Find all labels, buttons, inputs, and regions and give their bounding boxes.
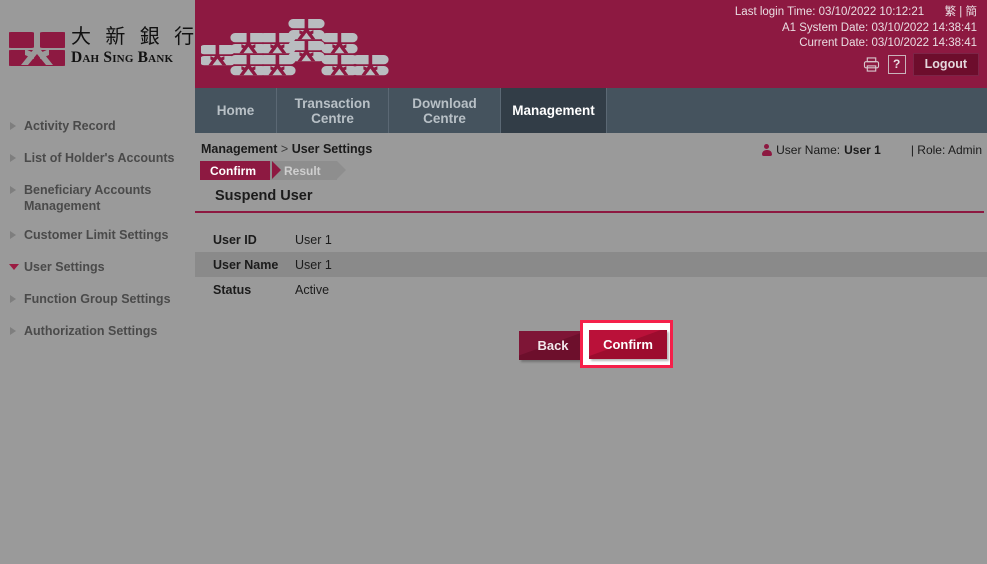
chevron-right-icon xyxy=(10,154,16,162)
tab-transaction-centre[interactable]: Transaction Centre xyxy=(277,88,389,133)
row-value: User 1 xyxy=(295,257,332,272)
sidebar-item-label: Authorization Settings xyxy=(24,324,158,338)
lang-divider: | xyxy=(959,6,963,18)
sidebar-menu: Activity Record List of Holder's Account… xyxy=(0,118,195,355)
sidebar-item-label: User Settings xyxy=(24,260,105,274)
sidebar-item-label: Customer Limit Settings xyxy=(24,228,169,242)
row-value: Active xyxy=(295,282,330,297)
brand-name-cn: 大 新 銀 行 xyxy=(71,24,199,48)
user-details-table: User ID User 1 User Name User 1 Status A… xyxy=(195,227,987,302)
user-info: User Name: User 1 | Role: Admin xyxy=(761,143,982,157)
page-body: Suspend User User ID User 1 User Name Us… xyxy=(195,188,987,370)
person-icon xyxy=(761,144,772,156)
user-name-label: User Name: xyxy=(776,143,841,157)
step-confirm[interactable]: Confirm xyxy=(200,161,281,180)
chevron-right-icon xyxy=(10,295,16,303)
chevron-down-icon xyxy=(9,264,19,270)
breadcrumb: Management > User Settings xyxy=(201,142,372,156)
chevron-right-icon xyxy=(10,231,16,239)
action-buttons: Back Confirm xyxy=(195,320,987,370)
current-date-row: Current Date: 03/10/2022 14:38:41 xyxy=(735,36,977,52)
last-login-row: Last login Time: 03/10/2022 10:12:21 繁 |… xyxy=(735,5,977,21)
sidebar-item-label: List of Holder's Accounts xyxy=(24,151,175,165)
table-row: User Name User 1 xyxy=(195,252,987,277)
sidebar-item-beneficiary-accounts-management[interactable]: Beneficiary Accounts Management xyxy=(0,182,195,214)
tab-bar-filler xyxy=(607,88,987,133)
brand-text: 大 新 銀 行 Dah Sing Bank xyxy=(71,24,199,68)
sidebar-item-authorization-settings[interactable]: Authorization Settings xyxy=(0,323,195,342)
tab-management[interactable]: Management xyxy=(501,88,607,133)
user-name-value: User 1 xyxy=(844,143,881,157)
chevron-right-icon xyxy=(10,327,16,335)
brand-logo[interactable]: 大 新 銀 行 Dah Sing Bank xyxy=(3,24,199,72)
sidebar-item-function-group-settings[interactable]: Function Group Settings xyxy=(0,291,195,310)
sidebar-item-label: Activity Record xyxy=(24,119,116,133)
confirm-button[interactable]: Confirm xyxy=(589,330,667,359)
current-date-label: Current Date: xyxy=(799,37,869,49)
chevron-right-icon xyxy=(10,186,16,194)
sidebar-item-label: Beneficiary Accounts Management xyxy=(24,183,152,213)
user-role: | Role: Admin xyxy=(910,143,982,157)
logout-button[interactable]: Logout xyxy=(912,53,979,76)
tab-list: Home Transaction Centre Download Centre … xyxy=(195,88,987,133)
sidebar: 大 新 銀 行 Dah Sing Bank Activity Record Li… xyxy=(0,0,195,564)
breadcrumb-separator: > xyxy=(280,142,289,156)
session-info: Last login Time: 03/10/2022 10:12:21 繁 |… xyxy=(735,5,977,52)
chevron-right-icon xyxy=(10,122,16,130)
lang-traditional[interactable]: 繁 xyxy=(945,6,957,18)
last-login-value: 03/10/2022 10:12:21 xyxy=(818,6,925,18)
back-button[interactable]: Back xyxy=(519,331,587,360)
lang-simplified[interactable]: 簡 xyxy=(966,6,978,18)
title-divider xyxy=(195,211,984,213)
tab-download-centre[interactable]: Download Centre xyxy=(389,88,501,133)
sidebar-item-customer-limit-settings[interactable]: Customer Limit Settings xyxy=(0,227,195,246)
printer-icon[interactable] xyxy=(862,55,881,74)
row-label: User ID xyxy=(213,232,257,247)
sidebar-item-activity-record[interactable]: Activity Record xyxy=(0,118,195,137)
header-banner: Last login Time: 03/10/2022 10:12:21 繁 |… xyxy=(195,0,987,86)
current-date-value: 03/10/2022 14:38:41 xyxy=(871,37,977,49)
sidebar-item-user-settings[interactable]: User Settings xyxy=(0,259,195,278)
main-navigation: Home Transaction Centre Download Centre … xyxy=(195,86,987,133)
main-area: Last login Time: 03/10/2022 10:12:21 繁 |… xyxy=(195,0,987,564)
system-date-value: 03/10/2022 14:38:41 xyxy=(871,21,977,34)
brand-name-en: Dah Sing Bank xyxy=(71,49,174,66)
system-date-row: A1 System Date: 03/10/2022 14:38:41 xyxy=(735,21,977,37)
breadcrumb-bar: Management > User Settings User Name: Us… xyxy=(195,133,987,188)
last-login-label: Last login Time: xyxy=(734,6,816,18)
sidebar-item-label: Function Group Settings xyxy=(24,292,171,306)
dah-sing-emblem-icon xyxy=(3,28,71,68)
row-label: User Name xyxy=(213,257,279,272)
table-row: Status Active xyxy=(195,277,987,302)
breadcrumb-current: User Settings xyxy=(291,142,373,156)
tab-home[interactable]: Home xyxy=(195,88,277,133)
app-window: 大 新 銀 行 Dah Sing Bank Activity Record Li… xyxy=(0,0,987,564)
decorative-emblem-pattern xyxy=(199,9,401,77)
table-row: User ID User 1 xyxy=(195,227,987,252)
header-actions: ? Logout xyxy=(862,53,979,76)
page-title: Suspend User xyxy=(215,188,313,204)
breadcrumb-root[interactable]: Management xyxy=(201,142,277,156)
help-button[interactable]: ? xyxy=(887,55,906,74)
row-label: Status xyxy=(213,282,252,297)
system-date-label: A1 System Date: xyxy=(781,21,869,34)
row-value: User 1 xyxy=(295,232,332,247)
confirm-button-highlight: Confirm xyxy=(580,320,673,368)
step-indicator: Confirm Result xyxy=(200,161,346,180)
sidebar-item-list-of-holders-accounts[interactable]: List of Holder's Accounts xyxy=(0,150,195,169)
